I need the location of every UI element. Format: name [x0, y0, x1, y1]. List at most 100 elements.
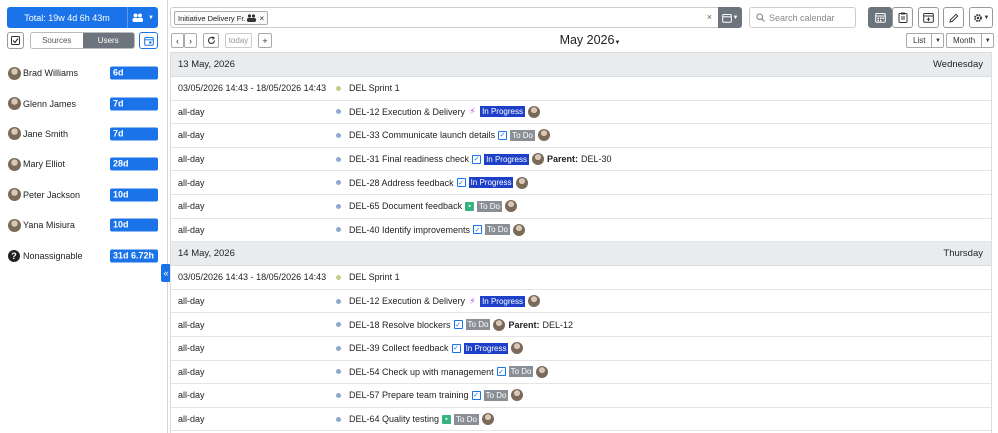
calendar-view-button[interactable] — [868, 7, 892, 28]
search-placeholder: Search calendar — [769, 12, 835, 23]
event-title[interactable]: DEL-28 Address feedback ✓ In Progress — [349, 176, 529, 189]
event-title[interactable]: DEL-54 Check up with management ✓ To Do — [349, 365, 549, 378]
event-time: all-day — [178, 390, 205, 401]
event-row[interactable]: all-day DEL-40 Identify improvements ✓ To D… — [171, 219, 991, 243]
event-title[interactable]: DEL-12 Execution & Delivery ⚡ In Progress — [349, 105, 540, 118]
today-button[interactable]: today — [225, 33, 252, 48]
calendar-icon — [721, 13, 732, 23]
add-button[interactable]: + — [258, 33, 272, 48]
select-all-button[interactable] — [7, 32, 24, 49]
group-by-dropdown[interactable]: ▼ — [127, 7, 158, 28]
event-row[interactable]: all-day DEL-54 Check up with management ✓ T… — [171, 361, 991, 385]
parent-value: DEL-12 — [542, 319, 573, 330]
event-dot — [336, 416, 341, 422]
range-select[interactable]: Month ▼ — [946, 33, 995, 48]
event-title[interactable]: DEL-31 Final readiness check ✓ In Progress… — [349, 153, 612, 166]
event-time: all-day — [178, 224, 205, 235]
range-select-label: Month — [953, 36, 976, 45]
left-toolbar: Sources Users — [7, 32, 158, 49]
status-badge: In Progress — [468, 177, 514, 189]
event-title[interactable]: DEL-12 Execution & Delivery ⚡ In Progress — [349, 295, 540, 308]
status-badge: To Do — [508, 366, 534, 378]
event-dot — [336, 345, 341, 351]
event-row[interactable]: all-day DEL-18 Resolve blockers ✓ To Do Pare… — [171, 313, 991, 337]
event-title-text: DEL-28 Address feedback — [349, 177, 454, 188]
settings-dropdown[interactable]: ▼ — [969, 7, 993, 28]
event-time: all-day — [178, 106, 205, 117]
event-row[interactable]: all-day DEL-12 Execution & Delivery ⚡ In Pr… — [171, 101, 991, 125]
total-button[interactable]: Total: 19w 4d 6h 43m — [7, 7, 127, 28]
event-title-text: DEL-12 Execution & Delivery — [349, 296, 466, 307]
filter-input[interactable]: Initiative Delivery Fr. × × — [170, 7, 719, 28]
user-item-peter-jackson[interactable]: Peter Jackson 10d — [8, 180, 160, 210]
user-item-nonassignable[interactable]: ? Nonassignable 31d 6.72h — [8, 240, 160, 270]
user-item-jane-smith[interactable]: Jane Smith 7d — [8, 119, 160, 149]
user-item-mary-elliot[interactable]: Mary Elliot 28d — [8, 149, 160, 179]
avatar — [527, 105, 540, 118]
event-row[interactable]: 03/05/2026 14:43 - 18/05/2026 14:43 DEL S… — [171, 266, 991, 290]
user-item-glenn-james[interactable]: Glenn James 7d — [8, 88, 160, 118]
event-title[interactable]: DEL-65 Document feedback ▪ To Do — [349, 200, 517, 213]
question-icon: ? — [8, 249, 20, 262]
task-checkbox-icon: ✓ — [451, 343, 461, 353]
refresh-button[interactable] — [203, 33, 219, 48]
parent-link[interactable]: Parent: DEL-12 — [508, 320, 573, 330]
caret-down-icon: ▼ — [732, 14, 739, 21]
event-row[interactable]: all-day DEL-57 Prepare team training ✓ To D… — [171, 384, 991, 408]
add-event-button[interactable] — [918, 7, 939, 28]
event-row[interactable]: all-day DEL-64 Quality testing ▪ To Do — [171, 408, 991, 432]
event-row[interactable]: all-day DEL-28 Address feedback ✓ In Progre… — [171, 171, 991, 195]
next-button[interactable]: › — [184, 33, 197, 48]
clear-filter-icon[interactable]: × — [707, 12, 712, 22]
event-title-text: DEL-40 Identify improvements — [349, 224, 471, 235]
event-time: 03/05/2026 14:43 - 18/05/2026 14:43 — [178, 272, 327, 283]
plus-icon: + — [262, 35, 268, 46]
event-title[interactable]: DEL Sprint 1 — [349, 272, 400, 282]
board-view-button[interactable] — [892, 7, 913, 28]
user-item-yana-misiura[interactable]: Yana Misiura 10d — [8, 210, 160, 240]
day-weekday: Thursday — [943, 248, 983, 260]
user-total-badge: 10d — [110, 188, 158, 202]
event-title-text: DEL-64 Quality testing — [349, 414, 440, 425]
event-row[interactable]: all-day DEL-65 Document feedback ▪ To Do — [171, 195, 991, 219]
user-item-brad-williams[interactable]: Brad Williams 6d — [8, 58, 160, 88]
prev-button[interactable]: ‹ — [171, 33, 184, 48]
caret-down-icon: ▼ — [148, 14, 154, 21]
event-row[interactable]: all-day DEL-39 Collect feedback ✓ In Progre… — [171, 337, 991, 361]
event-title-text: DEL-54 Check up with management — [349, 366, 494, 377]
story-icon: ▪ — [442, 414, 452, 424]
filter-calendar-dropdown[interactable]: ▼ — [718, 7, 742, 28]
event-dot — [336, 132, 341, 138]
event-title[interactable]: DEL Sprint 1 — [349, 83, 400, 93]
tab-sources[interactable]: Sources — [31, 33, 83, 48]
event-title[interactable]: DEL-33 Communicate launch details ✓ To Do — [349, 129, 550, 142]
event-title[interactable]: DEL-57 Prepare team training ✓ To Do — [349, 389, 524, 402]
left-panel: Total: 19w 4d 6h 43m ▼ Sources Users Bra… — [0, 0, 168, 433]
epic-icon: ⚡ — [469, 106, 476, 117]
search-input[interactable]: Search calendar — [749, 7, 856, 28]
event-row[interactable]: all-day DEL-31 Final readiness check ✓ In P… — [171, 148, 991, 172]
parent-label: Parent: — [508, 319, 540, 330]
pencil-icon — [948, 13, 958, 23]
edit-button[interactable] — [943, 7, 964, 28]
event-time: all-day — [178, 296, 205, 307]
parent-link[interactable]: Parent: DEL-30 — [547, 154, 612, 164]
gear-icon — [973, 13, 982, 22]
filter-chip[interactable]: Initiative Delivery Fr. × — [174, 11, 269, 25]
event-row[interactable]: 03/05/2026 14:43 - 18/05/2026 14:43 DEL S… — [171, 77, 991, 101]
user-total-badge: 6d — [110, 66, 158, 80]
event-title[interactable]: DEL-40 Identify improvements ✓ To Do — [349, 223, 525, 236]
event-row[interactable]: all-day DEL-12 Execution & Delivery ⚡ In Pr… — [171, 290, 991, 314]
view-select[interactable]: List ▼ — [906, 33, 945, 48]
event-row[interactable]: all-day DEL-33 Communicate launch details… — [171, 124, 991, 148]
tab-users[interactable]: Users — [82, 33, 134, 48]
source-user-toggle: Sources Users — [30, 32, 135, 49]
event-title-text: DEL-65 Document feedback — [349, 201, 463, 212]
event-dot — [336, 369, 341, 375]
chip-remove-icon[interactable]: × — [260, 14, 265, 23]
event-title[interactable]: DEL-18 Resolve blockers ✓ To Do Parent: DEL-… — [349, 318, 573, 331]
event-title[interactable]: DEL-39 Collect feedback ✓ In Progress — [349, 342, 524, 355]
month-title[interactable]: May 2026▼ — [540, 33, 640, 47]
calendar-settings-button[interactable] — [139, 32, 158, 49]
event-title[interactable]: DEL-64 Quality testing ▪ To Do — [349, 413, 494, 426]
